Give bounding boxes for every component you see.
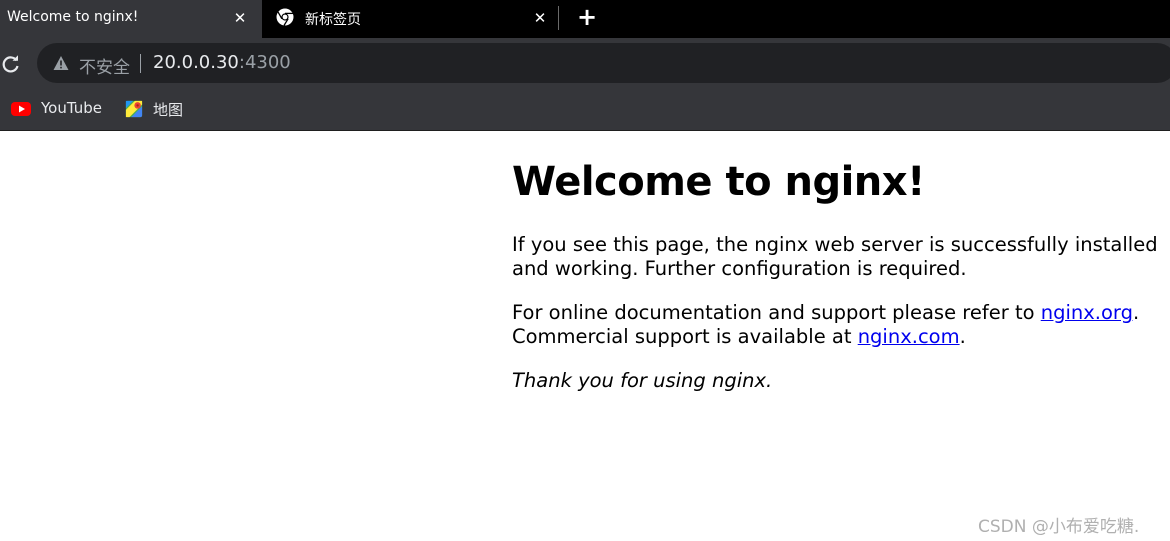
- docs-paragraph: For online documentation and support ple…: [512, 301, 1170, 349]
- maps-icon: [125, 100, 143, 118]
- warning-icon[interactable]: [53, 55, 69, 71]
- chrome-icon: [276, 8, 294, 26]
- address-bar[interactable]: 不安全 20.0.0.30:4300: [37, 43, 1170, 83]
- tab-title: Welcome to nginx!: [7, 9, 139, 25]
- nginx-com-link[interactable]: nginx.com: [858, 325, 960, 348]
- tab-welcome-nginx[interactable]: Welcome to nginx! ✕: [0, 0, 262, 38]
- tab-new-tab[interactable]: 新标签页 ✕: [262, 0, 558, 38]
- browser-toolbar: 不安全 20.0.0.30:4300: [0, 38, 1170, 88]
- reload-icon[interactable]: [0, 53, 22, 75]
- url-host: 20.0.0.30: [153, 52, 239, 73]
- url-port: :4300: [238, 52, 291, 73]
- tab-strip: Welcome to nginx! ✕ 新标签页 ✕ +: [0, 0, 1170, 38]
- url-text[interactable]: 20.0.0.30:4300: [153, 52, 291, 73]
- not-secure-label[interactable]: 不安全: [79, 53, 130, 78]
- csdn-watermark: CSDN @小布爱吃糖.: [978, 517, 1140, 537]
- thanks-paragraph: Thank you for using nginx.: [512, 369, 773, 392]
- youtube-icon: [11, 102, 31, 116]
- nginx-org-link[interactable]: nginx.org: [1041, 301, 1133, 324]
- bookmark-label: 地图: [153, 101, 184, 119]
- intro-paragraph: If you see this page, the nginx web serv…: [512, 233, 1158, 280]
- page-title: Welcome to nginx!: [512, 159, 925, 205]
- docs-text: For online documentation and support ple…: [512, 301, 1041, 324]
- new-tab-button[interactable]: +: [575, 5, 599, 29]
- bookmark-label: YouTube: [41, 99, 102, 117]
- close-icon[interactable]: ✕: [530, 8, 550, 28]
- url-divider: [140, 54, 141, 73]
- docs-text-end: .: [959, 325, 966, 348]
- close-icon[interactable]: ✕: [230, 8, 250, 28]
- bookmarks-bar: YouTube 地图: [0, 88, 1170, 131]
- tab-separator: [558, 6, 559, 30]
- tab-title: 新标签页: [305, 12, 361, 28]
